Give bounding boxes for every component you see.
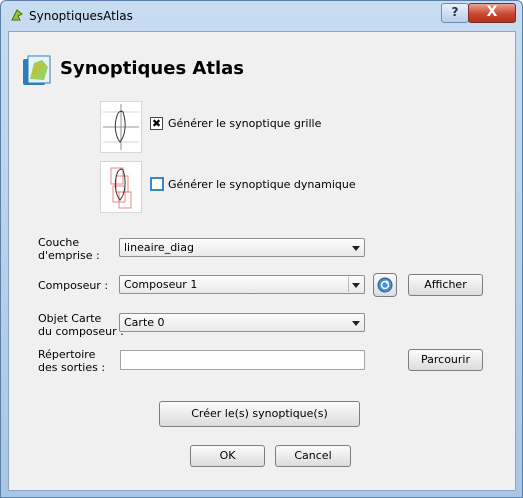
refresh-icon: [377, 277, 393, 293]
close-button[interactable]: X: [468, 3, 516, 23]
window-title: SynoptiquesAtlas: [29, 9, 133, 23]
show-composer-button[interactable]: Afficher: [408, 274, 483, 296]
coverage-layer-label: Couche d'emprise :: [38, 236, 100, 262]
output-directory-input[interactable]: [120, 350, 365, 370]
dynamic-option-checkbox[interactable]: [150, 177, 164, 191]
dynamic-option-row[interactable]: Générer le synoptique dynamique: [150, 177, 356, 191]
dynamic-preview-image: [100, 161, 142, 213]
grid-preview-image: [100, 101, 142, 153]
chevron-down-icon: [352, 283, 360, 288]
create-synoptics-button[interactable]: Créer le(s) synoptique(s): [159, 401, 360, 427]
atlas-map-icon: [23, 55, 51, 85]
grid-option-row[interactable]: ✖ Générer le synoptique grille: [150, 117, 321, 130]
refresh-composer-button[interactable]: [373, 273, 397, 297]
dialog-content: Synoptiques Atlas ✖ Générer le synoptiqu…: [8, 31, 516, 491]
coverage-layer-select[interactable]: lineaire_diag: [119, 238, 365, 257]
output-directory-label: Répertoire des sorties :: [38, 348, 106, 374]
chevron-down-icon: [352, 246, 360, 251]
qgis-app-icon: [11, 9, 23, 21]
grid-option-checkbox[interactable]: ✖: [150, 117, 163, 130]
map-object-label: Objet Carte du composeur :: [38, 312, 124, 338]
grid-option-label: Générer le synoptique grille: [168, 117, 322, 130]
ok-button[interactable]: OK: [190, 445, 265, 467]
dynamic-option-label: Générer le synoptique dynamique: [168, 177, 356, 191]
help-button[interactable]: ?: [441, 3, 469, 23]
dialog-window: SynoptiquesAtlas ? X Synoptiques Atlas ✖…: [0, 0, 523, 498]
title-bar[interactable]: SynoptiquesAtlas ? X: [1, 1, 522, 31]
composer-label: Composeur :: [38, 279, 109, 292]
cancel-button[interactable]: Cancel: [275, 445, 351, 467]
browse-button[interactable]: Parcourir: [408, 349, 483, 371]
dialog-heading: Synoptiques Atlas: [60, 58, 244, 79]
chevron-down-icon: [352, 321, 360, 326]
composer-select[interactable]: Composeur 1: [119, 275, 365, 294]
map-object-select[interactable]: Carte 0: [119, 313, 365, 332]
